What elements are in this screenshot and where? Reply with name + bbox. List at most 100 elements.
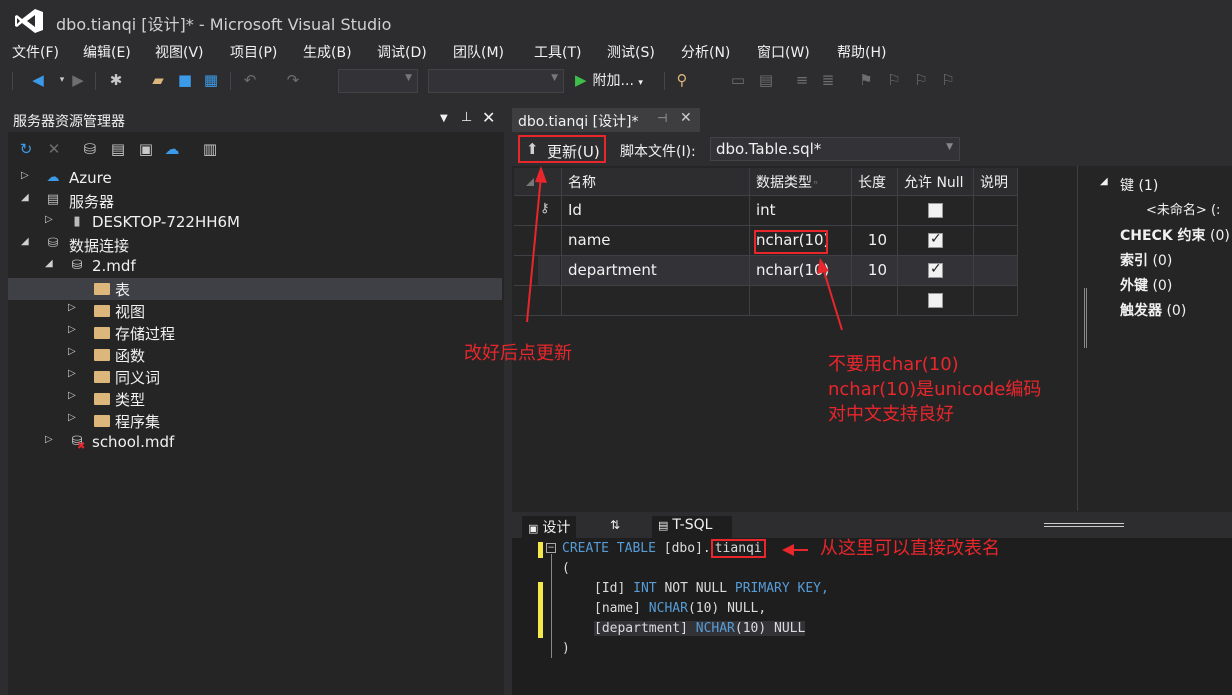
outdent-icon[interactable]: ≣ [818,70,838,90]
expand-icon[interactable]: ▷ [68,302,76,313]
script-file-select[interactable]: dbo.Table.sql* ▼ [710,137,960,161]
cell-length[interactable]: 10 [852,256,898,286]
cell-name[interactable]: Id [562,196,750,226]
cell-description[interactable] [974,286,1018,316]
allow-null-checkbox[interactable] [928,203,943,218]
connect-database-icon[interactable]: ⛁ [80,139,100,159]
foreign-keys-node[interactable]: 外键 (0) [1120,275,1172,295]
redo-icon[interactable]: ↷ [283,70,303,90]
sql-editor[interactable]: − CREATE TABLE [dbo]. tianqi ( [Id] INT N… [534,538,1232,695]
row-header[interactable] [514,256,562,286]
column-header-allow-null[interactable]: 允许 Null [898,168,974,196]
panel-menu-icon[interactable]: ▼ [440,113,448,124]
connect-azure-icon[interactable]: ☁ [162,139,182,159]
cell-description[interactable] [974,256,1018,286]
menu-analyze[interactable]: 分析(N) [681,42,730,62]
cell-type[interactable]: nchar(10) [750,256,852,286]
open-file-icon[interactable]: ▰ [148,70,168,90]
column-header-name[interactable]: 名称 [562,168,750,196]
cell-allow-null[interactable] [898,286,974,316]
collapse-region-icon[interactable]: − [546,543,556,553]
find-in-files-icon[interactable]: ⚲ [672,70,692,90]
tab-swap[interactable]: ⇅ [604,516,626,538]
platform-combo[interactable]: ▼ [428,69,564,93]
pin-icon[interactable]: ⊣ [657,111,667,125]
tab-design[interactable]: ▣ 设计 [522,516,577,538]
triggers-node[interactable]: 触发器 (0) [1120,300,1186,320]
cell-length[interactable]: 10 [852,226,898,256]
table-name-box[interactable]: tianqi [710,539,766,558]
cell-length[interactable] [852,196,898,226]
allow-null-checkbox[interactable] [928,231,943,248]
menu-view[interactable]: 视图(V) [155,42,204,62]
menu-test[interactable]: 测试(S) [607,42,655,62]
tree-item-tables[interactable]: 表 [8,278,502,300]
expand-icon[interactable]: ▷ [68,368,76,379]
close-tab-icon[interactable]: ✕ [680,110,692,126]
tab-dbo-tianqi-design[interactable]: dbo.tianqi [设计]* ⊣ ✕ [512,108,700,132]
tree-item-types[interactable]: ▷ 类型 [8,388,502,410]
properties-icon[interactable]: ▥ [200,139,220,159]
stop-icon[interactable]: ✕ [44,139,64,159]
allow-null-checkbox[interactable] [928,293,943,308]
row-header[interactable] [514,286,562,316]
column-header-length[interactable]: 长度 [852,168,898,196]
menu-edit[interactable]: 编辑(E) [83,42,131,62]
tree-item-desktop[interactable]: ▷ ▮ DESKTOP-722HH6M [8,212,502,234]
cell-description[interactable] [974,196,1018,226]
cell-allow-null[interactable] [898,256,974,286]
flag-icon[interactable]: ⚑ [856,70,876,90]
menu-project[interactable]: 项目(P) [230,42,277,62]
comment-icon[interactable]: ▤ [756,70,776,90]
attach-run-button[interactable]: ▶ 附加... ▾ [575,70,643,90]
save-all-icon[interactable]: ▦ [201,70,221,90]
tree-item-2-mdf[interactable]: ◢ ⛁ 2.mdf [8,256,502,278]
allow-null-checkbox[interactable] [928,261,943,278]
expand-icon[interactable]: ▷ [68,412,76,423]
row-header[interactable] [514,226,562,256]
refresh-icon[interactable]: ↻ [16,139,36,159]
splitter-handle[interactable] [1084,288,1087,348]
tree-item-school-mdf[interactable]: ▷ ⛁ ✖ school.mdf [8,432,502,454]
expand-icon[interactable]: ▷ [45,214,53,225]
keys-node[interactable]: 键 (1) [1120,175,1158,195]
expand-icon[interactable]: ▷ [68,346,76,357]
cell-allow-null[interactable] [898,196,974,226]
cell-allow-null[interactable] [898,226,974,256]
check-constraints-node[interactable]: CHECK 约束 (0) [1120,225,1230,245]
tree-item-synonyms[interactable]: ▷ 同义词 [8,366,502,388]
pin-icon[interactable]: ⊥ [461,110,472,125]
connect-server-icon[interactable]: ▤ [108,139,128,159]
menu-team[interactable]: 团队(M) [453,42,504,62]
cell-type[interactable] [750,286,852,316]
cell-description[interactable] [974,226,1018,256]
indent-icon[interactable]: ≡ [792,70,812,90]
indexes-node[interactable]: 索引 (0) [1120,250,1172,270]
cell-name[interactable]: department [562,256,750,286]
row-header[interactable]: ⚷ [514,196,562,226]
cell-name[interactable]: name [562,226,750,256]
menu-file[interactable]: 文件(F) [12,42,59,62]
tree-item-views[interactable]: ▷ 视图 [8,300,502,322]
clear-bookmarks-icon[interactable]: ⚐ [938,70,958,90]
cell-name[interactable] [562,286,750,316]
menu-debug[interactable]: 调试(D) [377,42,427,62]
column-header-description[interactable]: 说明 [974,168,1018,196]
collapse-icon[interactable]: ◢ [1100,176,1108,187]
new-project-icon[interactable]: ✱ [106,70,126,90]
tree-item-azure[interactable]: ▷ ☁ Azure [8,168,502,190]
next-bookmark-icon[interactable]: ⚐ [911,70,931,90]
tree-item-data-connections[interactable]: ◢ ⛁ 数据连接 [8,234,502,256]
menu-help[interactable]: 帮助(H) [837,42,886,62]
cell-length[interactable] [852,286,898,316]
prev-bookmark-icon[interactable]: ⚐ [884,70,904,90]
cell-type[interactable]: int [750,196,852,226]
collapse-icon[interactable]: ◢ [45,258,53,269]
expand-icon[interactable]: ▷ [21,170,29,181]
tab-tsql[interactable]: ▤ T-SQL [652,516,732,538]
undo-icon[interactable]: ↶ [240,70,260,90]
connect-sharepoint-icon[interactable]: ▣ [136,139,156,159]
tree-item-stored-procedures[interactable]: ▷ 存储过程 [8,322,502,344]
tree-item-servers[interactable]: ◢ ▤ 服务器 [8,190,502,212]
tree-item-functions[interactable]: ▷ 函数 [8,344,502,366]
